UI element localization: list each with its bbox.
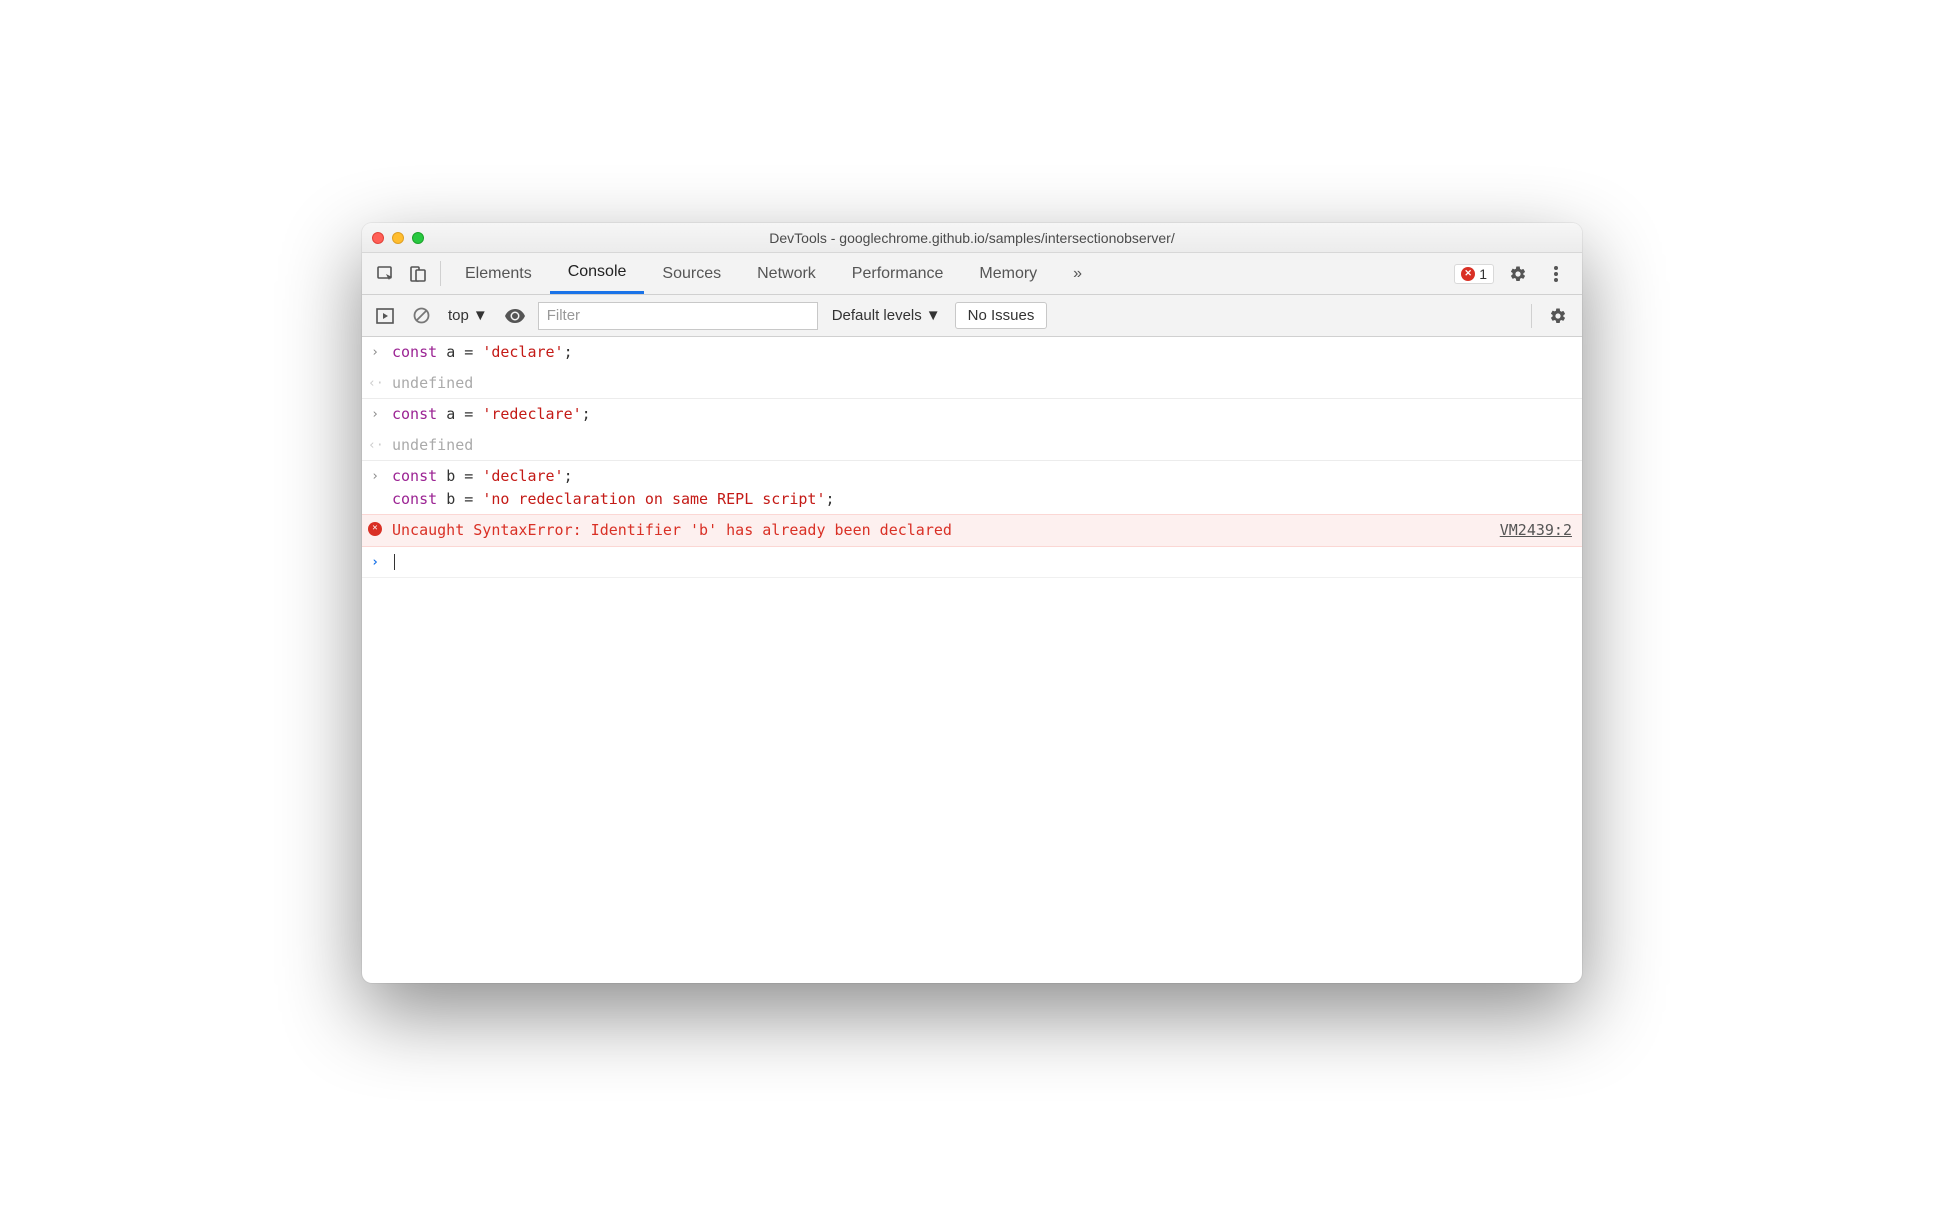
- minimize-window-button[interactable]: [392, 232, 404, 244]
- input-marker-icon: ›: [368, 465, 382, 487]
- log-levels-selector[interactable]: Default levels ▼: [828, 307, 945, 324]
- filter-placeholder: Filter: [547, 307, 580, 324]
- tab-memory[interactable]: Memory: [961, 253, 1055, 294]
- code-content: const a = 'declare';: [392, 341, 1572, 364]
- result-value: undefined: [392, 372, 1572, 395]
- console-output[interactable]: › const a = 'declare'; ‹· undefined › const a…: [362, 337, 1582, 983]
- chevron-down-icon: ▼: [473, 307, 488, 324]
- issues-button[interactable]: No Issues: [955, 302, 1048, 329]
- levels-label: Default levels: [832, 307, 922, 324]
- tabbar: Elements Console Sources Network Perform…: [362, 253, 1582, 295]
- console-prompt[interactable]: ›: [362, 547, 1582, 579]
- devtools-window: DevTools - googlechrome.github.io/sample…: [362, 223, 1582, 983]
- console-input-row: › const a = 'redeclare';: [362, 399, 1582, 430]
- inspect-element-icon[interactable]: [370, 253, 402, 294]
- console-error-row: Uncaught SyntaxError: Identifier 'b' has…: [362, 514, 1582, 547]
- error-message: Uncaught SyntaxError: Identifier 'b' has…: [392, 519, 1490, 542]
- output-marker-icon: ‹·: [368, 372, 382, 394]
- tab-console[interactable]: Console: [550, 253, 645, 294]
- source-link[interactable]: VM2439:2: [1500, 519, 1572, 542]
- divider: [1531, 304, 1532, 328]
- prompt-input[interactable]: [392, 551, 1572, 574]
- clear-console-icon[interactable]: [408, 307, 434, 324]
- live-expression-icon[interactable]: [502, 309, 528, 323]
- divider: [440, 261, 441, 286]
- error-count-badge[interactable]: 1: [1454, 264, 1494, 284]
- code-content: const a = 'redeclare';: [392, 403, 1572, 426]
- maximize-window-button[interactable]: [412, 232, 424, 244]
- chevron-down-icon: ▼: [926, 307, 941, 324]
- console-settings-icon[interactable]: [1544, 307, 1572, 325]
- console-result-row: ‹· undefined: [362, 430, 1582, 462]
- console-toolbar: top ▼ Filter Default levels ▼ No Issues: [362, 295, 1582, 337]
- input-marker-icon: ›: [368, 403, 382, 425]
- error-count: 1: [1479, 266, 1487, 282]
- error-icon: [368, 522, 382, 536]
- code-content: const b = 'declare'; const b = 'no redec…: [392, 465, 1572, 510]
- device-toolbar-icon[interactable]: [402, 253, 434, 294]
- tab-elements[interactable]: Elements: [447, 253, 550, 294]
- input-marker-icon: ›: [368, 341, 382, 363]
- output-marker-icon: ‹·: [368, 434, 382, 456]
- context-label: top: [448, 307, 469, 324]
- tab-performance[interactable]: Performance: [834, 253, 962, 294]
- titlebar: DevTools - googlechrome.github.io/sample…: [362, 223, 1582, 253]
- window-controls: [372, 232, 424, 244]
- error-icon: [1461, 267, 1475, 281]
- toggle-sidebar-icon[interactable]: [372, 308, 398, 324]
- prompt-marker-icon: ›: [368, 551, 382, 573]
- tab-more[interactable]: »: [1055, 253, 1100, 294]
- console-input-row: › const a = 'declare';: [362, 337, 1582, 368]
- tab-network[interactable]: Network: [739, 253, 834, 294]
- close-window-button[interactable]: [372, 232, 384, 244]
- settings-icon[interactable]: [1504, 265, 1532, 283]
- filter-input[interactable]: Filter: [538, 302, 818, 330]
- result-value: undefined: [392, 434, 1572, 457]
- context-selector[interactable]: top ▼: [444, 307, 492, 324]
- tab-sources[interactable]: Sources: [644, 253, 739, 294]
- window-title: DevTools - googlechrome.github.io/sample…: [362, 230, 1582, 246]
- more-options-icon[interactable]: [1542, 266, 1570, 282]
- console-result-row: ‹· undefined: [362, 368, 1582, 400]
- console-input-row: › const b = 'declare'; const b = 'no rede…: [362, 461, 1582, 514]
